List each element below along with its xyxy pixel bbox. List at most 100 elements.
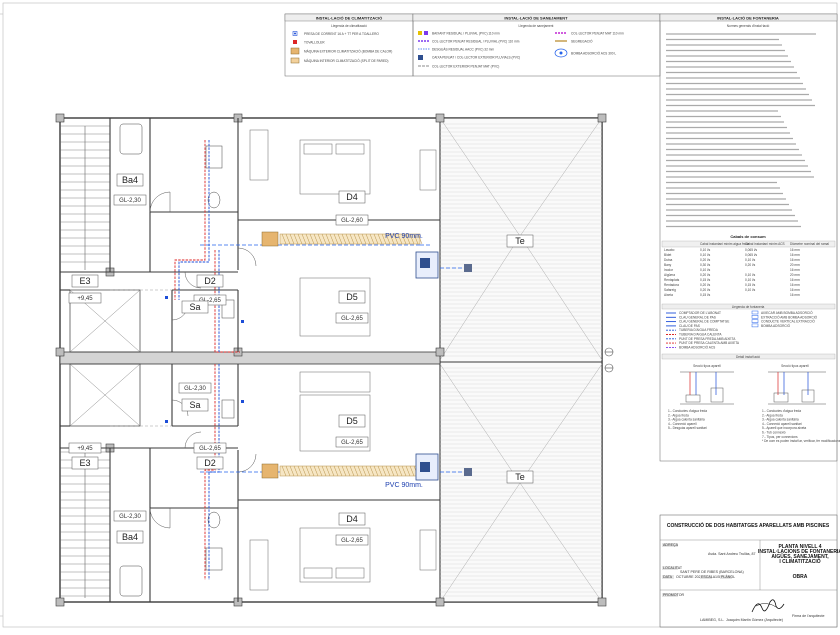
room-level: +9,45 — [77, 446, 93, 452]
drawing-number-label: PLÀNOL — [721, 575, 735, 579]
split-unit-icon — [290, 57, 300, 64]
ac-duct-bottom — [261, 463, 423, 479]
plumbing-panel-subtitle: Normes generals d'instal·lació — [727, 24, 770, 28]
plumbing-panel-title: INSTAL·LACIÓ DE FONTANERIA — [717, 15, 779, 20]
flow-table-cell: Bany — [664, 263, 672, 267]
sanitation-panel-title: INSTAL·LACIÓ DE SANEJAMENT — [504, 15, 568, 20]
sanitation-legend-item: SEGREGACIÓ — [571, 39, 593, 44]
climate-panel-subtitle: Llegenda de climatització — [331, 24, 367, 28]
legend-sanitation-panel: INSTAL·LACIÓ DE SANEJAMENT Llegenda de s… — [412, 13, 661, 77]
room-code: D2 — [204, 276, 216, 286]
column — [435, 113, 445, 123]
flow-table-cell: 0,065 l/s — [745, 248, 757, 252]
toilet-top — [207, 191, 221, 209]
stair-treads-bottom — [60, 451, 110, 598]
room-code: Ba4 — [122, 532, 138, 542]
sanitation-legend-item: COL·LECTOR PENJAT MAT 110 mm — [571, 32, 624, 36]
sanitation-legend-item: COL·LECTOR PENJAT RESIDUAL / PLUVIAL (PV… — [432, 40, 520, 44]
floor-plan-drawing: INSTAL·LACIÓ DE CLIMATITZACIÓ Llegenda d… — [0, 2, 840, 628]
sanitation-legend-item: CAIXA PENJAT / COL·LECTOR EXTERIOR PLUVI… — [432, 56, 520, 60]
climate-legend-item: MÀQUINA EXTERIOR CLIMATITZACIÓ (BOMBA DE… — [304, 49, 392, 54]
detail-notes-left: 1.- Conductes d'aigua freda2.- Aigua fre… — [668, 409, 707, 430]
flow-table-cell: 20 mm — [790, 263, 800, 267]
floor-plan: Ba4 GL-2,30 D4 GL-2,60 E3 +9,45 D2 GL-2,65 Sa D5 G… — [55, 113, 614, 607]
room-level: GL-2,30 — [184, 386, 206, 392]
room-level: +9,45 — [77, 296, 93, 302]
date-value: OCTUBRE 2021 — [676, 575, 703, 579]
column — [597, 597, 607, 607]
outdoor-unit-icon — [290, 47, 300, 55]
ac-unit-top — [261, 231, 279, 247]
scale-label: ESCALA — [701, 575, 716, 579]
signature-label: Firma de l'arquitecte — [792, 614, 824, 618]
flow-table-cell: 0,065 l/s — [745, 253, 757, 257]
flow-table-cell: 0,10 l/s — [745, 258, 756, 262]
room-code: D4 — [346, 192, 358, 202]
flow-table-cell: Aixeta — [664, 293, 673, 297]
room-level: GL-2,65 — [199, 446, 221, 452]
flow-table-cell: 0,10 l/s — [700, 253, 711, 257]
legend-plumbing-panel: INSTAL·LACIÓ DE FONTANERIA Normes genera… — [659, 13, 840, 462]
flow-table-cell: 0,30 l/s — [700, 263, 711, 267]
sanitation-legend-item: BOMBA ADSORCIÓ ACS 300 L — [571, 51, 616, 56]
flow-table-cell: Rentaplats — [664, 278, 680, 282]
room-code: Sa — [189, 400, 200, 410]
drawing-sheet: INSTAL·LACIÓ DE CLIMATITZACIÓ Llegenda d… — [0, 0, 840, 630]
flow-table-cell: 0,20 l/s — [700, 283, 711, 287]
location-value: SANT PERE DE RIBES (BARCELONA) — [680, 570, 744, 574]
room-level: GL-2,65 — [341, 440, 363, 446]
plumbing-legend-item: CONDUCTE VERTICAL EXTRACCIÓ — [761, 319, 815, 324]
room-code: E3 — [79, 276, 90, 286]
detail-title: Detall instal·lació — [736, 355, 760, 359]
flow-table-cell: 16 mm — [790, 293, 800, 297]
date-label: DATA — [663, 575, 673, 579]
sanitation-legend-item: BAIXANT RESIDUAL / PLUVIAL (PVC) 110 mm — [432, 32, 500, 36]
sanitation-legend-item: DESGUÀS RESIDUAL AACC (PVC) 32 mm — [432, 48, 494, 52]
flow-table-cell: 16 mm — [790, 278, 800, 282]
column — [435, 347, 445, 357]
architect-value: Joaquim Martín Gómez (Arquitecte) — [726, 618, 783, 622]
flow-table-cell: 20 mm — [790, 273, 800, 277]
ac-unit-bottom — [261, 463, 279, 479]
room-code: D5 — [346, 416, 358, 426]
plumbing-legend-swatch — [751, 310, 759, 315]
flow-table-header: Cabal instantani mínim aigua freda — [700, 242, 749, 246]
fixture-detail-left — [680, 371, 734, 405]
detail-right-title: Secció tipus aparell — [781, 364, 809, 368]
flow-table-cell: 16 mm — [790, 248, 800, 252]
flow-table-cell: Bidet — [664, 253, 671, 257]
room-level: GL-2,65 — [341, 316, 363, 322]
flow-table: Cabal instantani mínim aigua fredaCabal … — [661, 240, 836, 297]
plumbing-legend: COMPTADOR DE L'ABONATCLAU GENERAL DE PAS… — [666, 310, 818, 349]
flow-table-header: Cabal instantani mínim ACS — [745, 242, 785, 246]
title-block: CONSTRUCCIÓ DE DOS HABITATGES APARELLATS… — [659, 514, 840, 628]
climate-legend-item: TOVALLOLER — [304, 41, 325, 45]
washbasin-top — [205, 145, 223, 169]
developer-label: PROMOTOR — [663, 593, 685, 597]
plumbing-legend-item: EXTRACCIÓ AMB BOMBA ADSORCIÓ — [761, 314, 818, 319]
plumbing-legend-swatch — [751, 323, 759, 328]
flow-table-cell: 0,10 l/s — [700, 268, 711, 272]
column — [55, 113, 65, 123]
plumbing-legend-item: AIXECAR AMB BOMBA ADSORCIÓ — [761, 310, 813, 315]
flow-table-title: Cabals de consum — [730, 234, 766, 239]
detail-note: 5.- Desguàs aparell sanitari — [668, 426, 707, 430]
flow-table-cell: 0,10 l/s — [745, 288, 756, 292]
downpipe-icon — [418, 31, 428, 35]
toilet-bottom — [207, 511, 221, 529]
sanitation-panel-subtitle: Llegenda de sanejament — [519, 24, 554, 28]
room-code: D4 — [346, 514, 358, 524]
flow-table-cell: 16 mm — [790, 288, 800, 292]
sink-bottom — [221, 399, 235, 419]
flow-table-cell: 16 mm — [790, 253, 800, 257]
washbasin-bottom — [205, 547, 223, 571]
section-markers — [604, 347, 614, 373]
developer-value: LAMIBEG, S.L. — [700, 618, 724, 622]
legend-climate-panel: INSTAL·LACIÓ DE CLIMATITZACIÓ Llegenda d… — [284, 13, 414, 77]
terrace-area — [439, 117, 603, 603]
column — [597, 113, 607, 123]
towel-rail-icon — [293, 40, 297, 44]
bathtub-bottom — [119, 565, 143, 597]
socket-icon — [292, 31, 298, 36]
pipe-size-label: PVC 90mm. — [385, 482, 423, 489]
